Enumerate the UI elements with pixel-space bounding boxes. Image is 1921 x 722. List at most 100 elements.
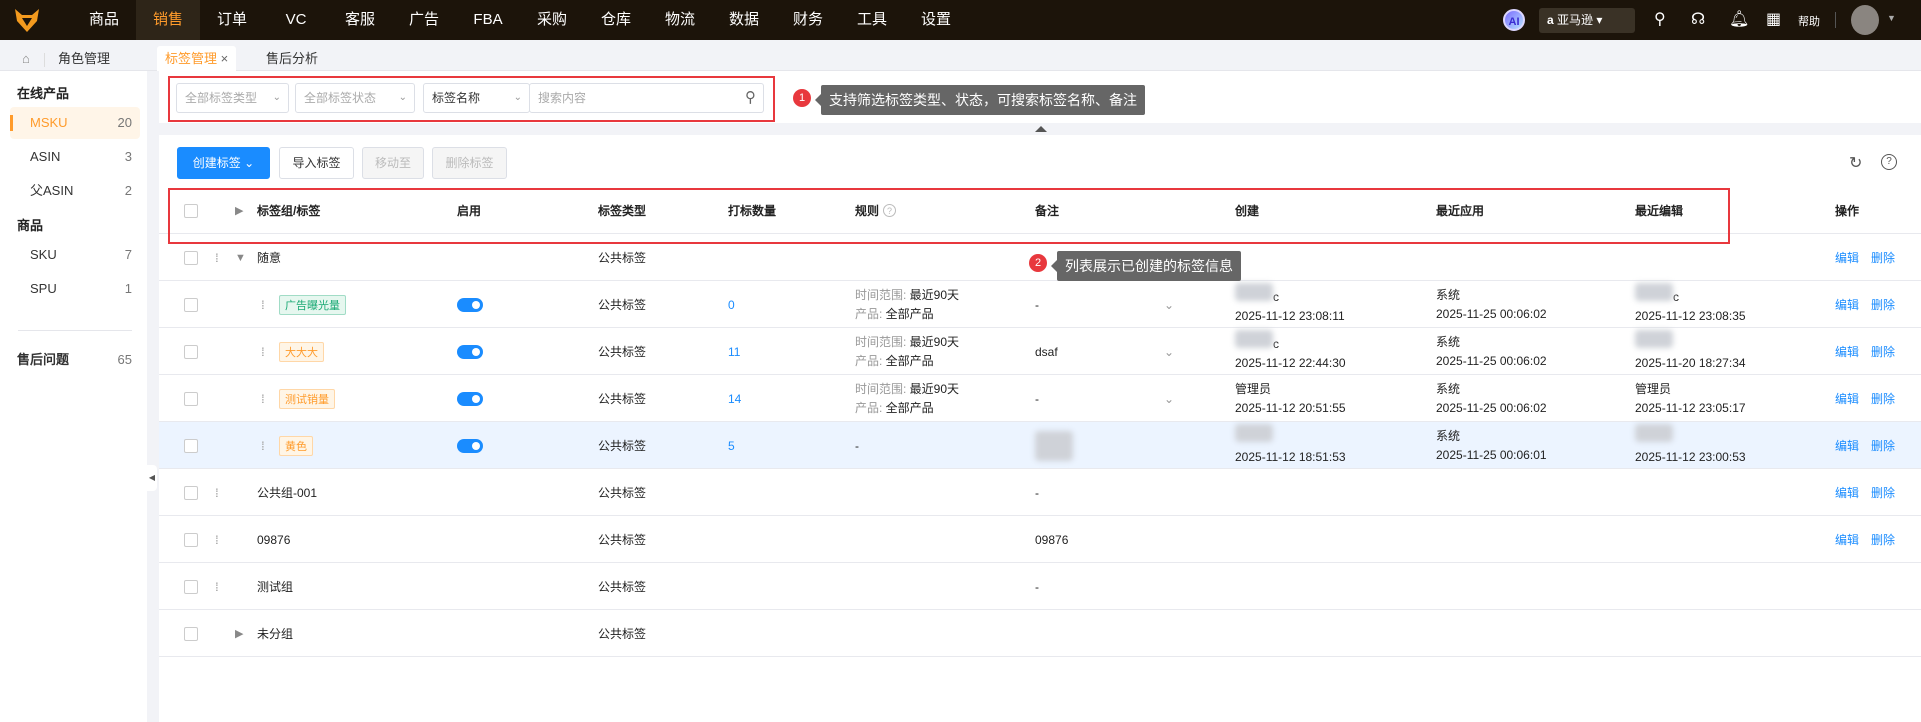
enable-toggle[interactable] [457,297,483,312]
row-checkbox[interactable] [184,438,198,453]
nav-item[interactable]: 工具 [840,0,904,40]
fox-logo-icon[interactable] [12,6,42,34]
chevron-down-icon[interactable]: ⌄ [1164,392,1174,406]
edit-link[interactable]: 编辑 [1835,437,1859,454]
expand-group-icon[interactable]: ▶ [235,627,243,640]
nav-item[interactable]: 订单 [200,0,264,40]
delete-link[interactable]: 删除 [1871,343,1895,360]
apps-grid-icon[interactable]: ▦ [1766,10,1781,30]
delete-link[interactable]: 删除 [1871,390,1895,407]
tag-count-link[interactable]: 5 [728,439,735,453]
delete-link[interactable]: 删除 [1871,437,1895,454]
sidebar-item[interactable]: 父ASIN 2 [10,175,140,207]
sidebar-item[interactable]: SKU 7 [10,239,140,271]
tab-role-management[interactable]: 角色管理 [58,46,110,71]
tab-after-sales-analysis[interactable]: 售后分析 [266,46,318,71]
help-icon[interactable]: ? [1881,154,1897,170]
amazon-icon: a [1547,13,1554,27]
nav-item[interactable]: 设置 [904,0,968,40]
bell-icon[interactable]: 🔔︎ [1729,10,1749,30]
edit-link[interactable]: 编辑 [1835,343,1859,360]
delete-link[interactable]: 删除 [1871,296,1895,313]
delete-link[interactable]: 删除 [1871,249,1895,266]
nav-item[interactable]: 物流 [648,0,712,40]
nav-item[interactable]: VC [264,0,328,40]
chevron-down-icon[interactable]: ⌄ [1164,345,1174,359]
sidebar-item[interactable]: SPU 1 [10,273,140,305]
nav-item[interactable]: 商品 [72,0,136,40]
nav-item[interactable]: 采购 [520,0,584,40]
nav-item[interactable]: 销售 [136,0,200,40]
edit-link[interactable]: 编辑 [1835,249,1859,266]
chevron-down-icon[interactable]: ▼ [1887,13,1896,23]
collapse-sidebar-icon[interactable]: ◀ [147,465,157,491]
table-row[interactable]: ⁞⁞ 黄色 5 - 2025-11-12 18:51:53 系统 2025-11-25 00… [159,422,1921,469]
help-link[interactable]: 帮助 [1798,13,1820,29]
headset-icon[interactable]: ☊ [1691,10,1705,30]
delete-tag-button[interactable]: 删除标签 [432,147,507,179]
table-row[interactable]: ⁞⁞ 测试销量 14 时间范围: 最近90天 产品: 全部产品 ⌄ 管理员 2025-11-1… [159,375,1921,422]
row-checkbox[interactable] [184,485,198,500]
search-icon[interactable]: ⚲ [1654,10,1666,30]
nav-item[interactable]: FBA [456,0,520,40]
create-tag-button[interactable]: 创建标签 ⌄ [177,147,270,179]
import-tag-button[interactable]: 导入标签 [279,147,354,179]
delete-link[interactable]: 删除 [1871,484,1895,501]
drag-handle-icon[interactable]: ⁞⁞ [261,298,264,312]
row-checkbox[interactable] [184,250,198,265]
timestamp: 2025-11-25 00:06:02 [1436,306,1547,321]
ai-assistant-icon[interactable]: AI [1503,9,1525,31]
tag-count-link[interactable]: 11 [728,345,740,359]
row-checkbox[interactable] [184,532,198,547]
drag-handle-icon[interactable]: ⁞⁞ [261,439,264,453]
edit-link[interactable]: 编辑 [1835,484,1859,501]
edit-link[interactable]: 编辑 [1835,531,1859,548]
nav-item[interactable]: 数据 [712,0,776,40]
collapse-filter-icon[interactable] [1035,120,1047,132]
sidebar-item-after-sales[interactable]: 售后问题 65 [0,344,140,376]
row-checkbox[interactable] [184,626,198,641]
table-row[interactable]: ▶ 未分组 公共标签 [159,610,1921,657]
row-checkbox[interactable] [184,297,198,312]
table-row[interactable]: ⁞⁞ 广告曝光量 0 时间范围: 最近90天 产品: 全部产品 ⌄ c 2025-11-12 … [159,281,1921,328]
row-checkbox[interactable] [184,344,198,359]
enable-toggle[interactable] [457,344,483,359]
collapse-group-icon[interactable]: ▼ [235,252,246,264]
row-checkbox[interactable] [184,391,198,406]
chevron-down-icon[interactable]: ⌄ [1164,298,1174,312]
table-row[interactable]: ⁞⁞ 大大大 11 时间范围: 最近90天 产品: 全部产品 ⌄ c 2025-11-12 2… [159,328,1921,375]
nav-item[interactable]: 财务 [776,0,840,40]
table-row[interactable]: ⁞⁞ 公共组-001 公共标签 - 编辑 删除 [159,469,1921,516]
delete-link[interactable]: 删除 [1871,531,1895,548]
close-icon[interactable]: × [221,51,229,66]
edit-link[interactable]: 编辑 [1835,390,1859,407]
cell: 公共标签 [598,375,646,422]
drag-handle-icon[interactable]: ⁞⁞ [215,486,218,500]
tag-count-link[interactable]: 0 [728,298,735,312]
enable-toggle[interactable] [457,391,483,406]
tag-count-link[interactable]: 14 [728,392,741,406]
sidebar-item[interactable]: ASIN 3 [10,141,140,173]
drag-handle-icon[interactable]: ⁞⁞ [215,251,218,265]
home-icon[interactable]: ⌂ [22,46,30,71]
sidebar-item[interactable]: MSKU 20 [10,107,140,139]
drag-handle-icon[interactable]: ⁞⁞ [215,580,218,594]
tag-type: 公共标签 [598,439,647,453]
drag-handle-icon[interactable]: ⁞⁞ [215,533,218,547]
tab-tag-management[interactable]: 标签管理 × [157,46,237,71]
move-to-button[interactable]: 移动至 [362,147,424,179]
avatar[interactable] [1851,5,1879,35]
row-checkbox[interactable] [184,579,198,594]
drag-handle-icon[interactable]: ⁞⁞ [261,345,264,359]
edit-link[interactable]: 编辑 [1835,296,1859,313]
table-row[interactable]: ⁞⁞ 09876 公共标签 09876 编辑 删除 [159,516,1921,563]
nav-item[interactable]: 仓库 [584,0,648,40]
drag-handle-icon[interactable]: ⁞⁞ [261,392,264,406]
enable-toggle[interactable] [457,438,483,453]
refresh-icon[interactable]: ↻ [1849,153,1862,173]
store-switcher[interactable]: a 亚马逊 ▾ [1539,8,1635,33]
nav-item[interactable]: 广告 [392,0,456,40]
table-row[interactable]: ⁞⁞ 测试组 公共标签 - [159,563,1921,610]
nav-item[interactable]: 客服 [328,0,392,40]
cell: 编辑 删除 [1835,469,1907,516]
